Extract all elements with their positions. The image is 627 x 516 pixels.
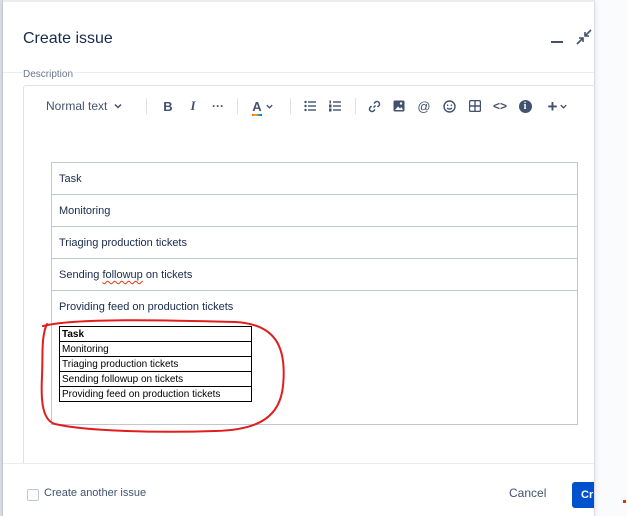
text-style-label: Normal text	[46, 99, 108, 113]
bullet-list-icon[interactable]	[302, 96, 318, 116]
create-issue-dialog: Create issue Description Normal text B I…	[3, 0, 595, 516]
chevron-down-icon	[114, 103, 122, 109]
table-cell-text: Monitoring	[59, 205, 111, 217]
numbered-list-icon[interactable]	[327, 96, 343, 116]
collapse-button[interactable]	[575, 28, 593, 46]
table-row[interactable]: Sending followup on tickets	[52, 259, 577, 291]
pasted-table-row: Monitoring	[60, 342, 252, 357]
table-cell-text: Task	[59, 173, 82, 185]
more-formatting-icon[interactable]: ···	[209, 96, 227, 116]
cancel-button[interactable]: Cancel	[509, 486, 546, 500]
pasted-table-header: Task	[60, 327, 252, 342]
description-label: Description	[23, 69, 76, 80]
collapse-icon	[576, 29, 592, 45]
text-style-dropdown[interactable]: Normal text	[46, 96, 128, 116]
link-icon[interactable]	[366, 96, 382, 116]
editor-table: Task Monitoring Triaging production tick…	[51, 162, 578, 425]
text-color-icon: A	[252, 98, 263, 116]
table-cell-text: Sending followup on tickets	[59, 269, 193, 281]
bold-icon[interactable]: B	[160, 96, 176, 116]
table-row[interactable]: Monitoring	[52, 195, 577, 227]
table-icon[interactable]	[467, 96, 483, 116]
emoji-icon[interactable]	[441, 96, 457, 116]
minimize-button[interactable]	[549, 26, 567, 46]
insert-plus-button[interactable]: +	[544, 96, 572, 116]
dialog-title: Create issue	[23, 30, 113, 47]
text-color-button[interactable]: A	[249, 96, 277, 116]
pasted-table-row: Triaging production tickets	[60, 357, 252, 372]
mention-icon[interactable]: @	[416, 96, 432, 116]
create-button[interactable]: Cr	[572, 482, 594, 508]
pasted-table-row: Sending followup on tickets	[60, 372, 252, 387]
table-row[interactable]: Triaging production tickets	[52, 227, 577, 259]
chevron-down-icon	[266, 104, 273, 109]
chevron-down-icon	[560, 104, 568, 109]
code-icon[interactable]: <>	[491, 96, 509, 116]
spellcheck-word: followup	[102, 269, 143, 281]
table-cell-text: Triaging production tickets	[59, 237, 187, 249]
pasted-table: Task Monitoring Triaging production tick…	[59, 326, 252, 402]
table-cell-text: Providing feed on production tickets	[59, 301, 234, 313]
table-row[interactable]: Task	[52, 163, 577, 195]
table-row[interactable]: Providing feed on production tickets Tas…	[52, 291, 577, 424]
create-another-label[interactable]: Create another issue	[44, 487, 146, 499]
image-icon[interactable]	[391, 96, 407, 116]
pasted-table-row: Providing feed on production tickets	[60, 387, 252, 402]
create-another-checkbox[interactable]	[27, 489, 39, 501]
info-icon[interactable]: i	[517, 96, 533, 116]
italic-icon[interactable]: I	[185, 96, 201, 116]
minimize-icon	[551, 41, 563, 43]
editor-toolbar: Normal text B I ··· A @ <> i +	[24, 86, 595, 126]
insert-plus-icon: +	[547, 96, 558, 116]
description-editor[interactable]: Normal text B I ··· A @ <> i + Task Moni…	[23, 85, 595, 464]
background-page-marker	[623, 500, 626, 503]
